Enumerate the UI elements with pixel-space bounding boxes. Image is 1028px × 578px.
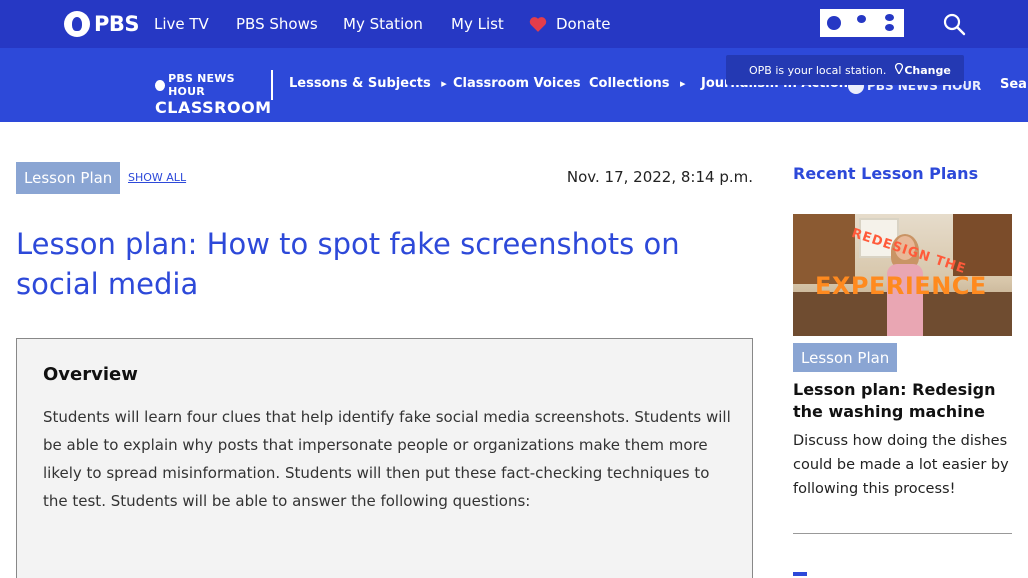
sidebar-divider (793, 533, 1012, 534)
opb-logo-p (848, 9, 876, 37)
nav-my-list-label: My List (451, 15, 504, 33)
nav-pbs-shows-label: PBS Shows (236, 15, 318, 33)
station-popup-text: OPB is your local station. (749, 63, 887, 77)
donate-label: Donate (556, 15, 611, 33)
pbs-head-icon (64, 11, 90, 37)
nav-my-list[interactable]: My List (451, 0, 504, 48)
subnav-collections[interactable]: Collections ▸ (589, 76, 686, 91)
subnav-classroom-voices[interactable]: Classroom Voices (453, 76, 581, 91)
arrow-right-icon: ▸ (680, 77, 686, 90)
subnav-collections-label: Collections (589, 76, 670, 91)
location-pin-icon (895, 62, 904, 77)
nav-my-station[interactable]: My Station (343, 0, 423, 48)
thumbnail-caption-2: EXPERIENCE (815, 272, 987, 300)
subnav-classroom-voices-label: Classroom Voices (453, 76, 581, 91)
logo-line-2: CLASSROOM (155, 98, 272, 117)
lesson-thumbnail[interactable]: REDESIGN THE EXPERIENCE (793, 214, 1012, 336)
opb-logo-b (876, 9, 904, 37)
nav-my-station-label: My Station (343, 15, 423, 33)
donate-link[interactable]: Donate (556, 0, 611, 48)
overview-text: Students will learn four clues that help… (43, 408, 731, 510)
page-title: Lesson plan: How to spot fake screenshot… (16, 227, 680, 301)
global-header: PBS Live TV PBS Shows My Station My List… (0, 0, 1028, 48)
newshour-classroom-logo[interactable]: PBS NEWS HOUR CLASSROOM (155, 72, 271, 117)
pbs-logo[interactable]: PBS (64, 10, 140, 38)
publish-date: Nov. 17, 2022, 8:14 p.m. (566, 168, 753, 186)
pbs-wordmark: PBS (94, 12, 140, 36)
nav-live-tv[interactable]: Live TV (154, 0, 209, 48)
sidebar-lesson-title[interactable]: Lesson plan: Redesign the washing machin… (793, 379, 1012, 423)
opb-logo-o (820, 9, 848, 37)
search-icon[interactable] (942, 12, 966, 36)
subnav-lessons-subjects[interactable]: Lessons & Subjects ▸ (289, 76, 447, 91)
sidebar-lesson-description: Discuss how doing the dishes could be ma… (793, 433, 1009, 497)
overview-heading: Overview (43, 364, 138, 385)
sidebar-category-badge[interactable]: Lesson Plan (793, 343, 898, 372)
logo-line-1: PBS NEWS HOUR (168, 72, 235, 98)
category-badge[interactable]: Lesson Plan (16, 162, 121, 194)
opb-station-logo[interactable] (820, 9, 906, 37)
arrow-right-icon: ▸ (441, 77, 447, 90)
next-item-peek (793, 572, 807, 576)
pbs-mini-icon (155, 79, 166, 91)
heart-icon (529, 17, 547, 32)
subnav-lessons-subjects-label: Lessons & Subjects (289, 76, 431, 91)
local-station-popup: OPB is your local station. Change (726, 55, 964, 85)
sidebar-heading: Recent Lesson Plans (793, 164, 979, 183)
show-all-link[interactable]: SHOW ALL (128, 171, 186, 184)
logo-divider (271, 70, 273, 100)
nav-pbs-shows[interactable]: PBS Shows (236, 0, 318, 48)
change-station-link[interactable]: Change (904, 64, 951, 77)
subnav-search[interactable]: Sear (1000, 77, 1028, 92)
nav-live-tv-label: Live TV (154, 15, 209, 33)
